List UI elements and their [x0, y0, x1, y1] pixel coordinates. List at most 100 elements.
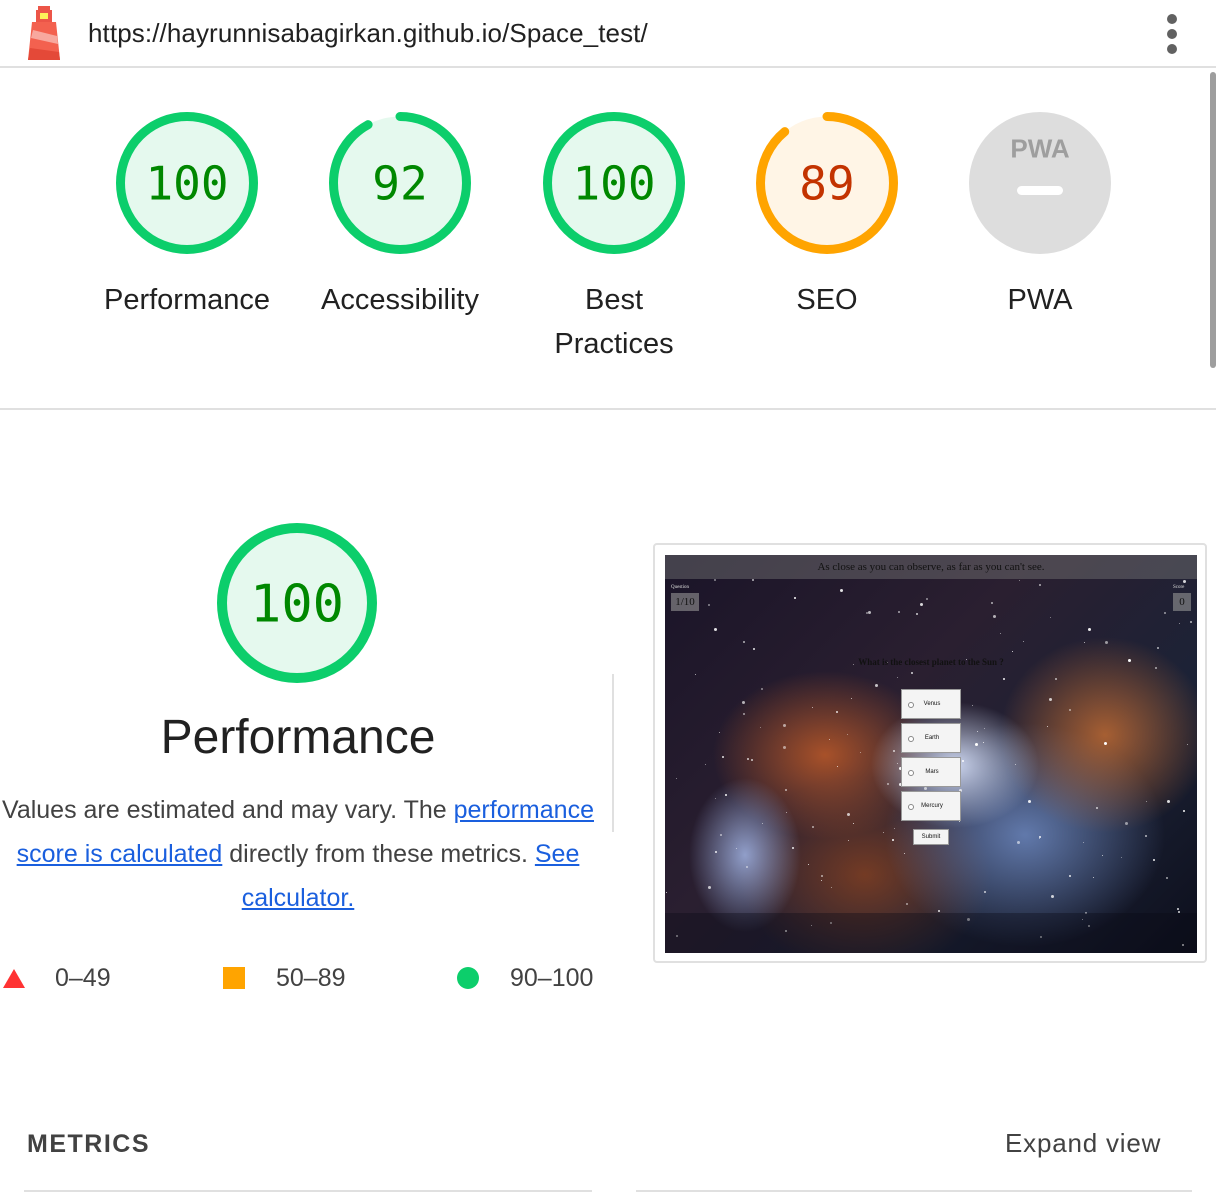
star-dot: [821, 880, 822, 881]
star-dot: [1019, 580, 1020, 581]
star-dot: [847, 813, 850, 816]
gauge-best-practices[interactable]: 100 Best Practices: [504, 112, 724, 366]
star-dot: [1179, 623, 1180, 624]
star-dot: [1012, 651, 1013, 652]
star-dot: [1102, 855, 1103, 856]
final-screenshot[interactable]: As close as you can observe, as far as y…: [653, 543, 1207, 963]
gauge-performance[interactable]: 100 Performance: [77, 112, 297, 322]
star-dot: [792, 847, 794, 849]
star-dot: [676, 778, 677, 779]
star-dot: [1023, 641, 1024, 642]
star-dot: [1051, 895, 1054, 898]
screenshot-question-counter: 1/10: [671, 593, 699, 611]
star-dot: [868, 611, 871, 614]
lighthouse-logo-icon: [28, 6, 60, 60]
star-dot: [975, 743, 978, 746]
legend-average-range: 50–89: [276, 963, 346, 992]
star-dot: [848, 840, 849, 841]
screenshot-submit: Submit: [913, 829, 949, 845]
legend-fail-range: 0–49: [55, 963, 111, 992]
star-dot: [840, 589, 843, 592]
star-dot: [1017, 841, 1020, 844]
star-dot: [1190, 621, 1192, 623]
star-dot: [836, 711, 838, 713]
expand-view-toggle[interactable]: Expand view: [1005, 1128, 1161, 1159]
category-gauges: 100 Performance 92 Accessibility 100 Best P…: [0, 68, 1216, 408]
star-dot: [1047, 726, 1048, 727]
star-dot: [785, 789, 787, 791]
star-dot: [893, 750, 895, 752]
star-dot: [743, 713, 745, 715]
score-legend: 0–49 50–89 90–100: [0, 958, 616, 998]
score-ring: 100: [217, 523, 377, 683]
desc-text-1: Values are estimated and may vary. The: [2, 796, 454, 824]
star-dot: [837, 766, 838, 767]
star-dot: [666, 892, 667, 893]
gauge-score: 100: [250, 575, 344, 635]
star-dot: [783, 724, 786, 727]
star-dot: [875, 684, 878, 687]
star-dot: [1167, 800, 1170, 803]
star-dot: [1105, 641, 1108, 644]
star-dot: [1146, 801, 1147, 802]
star-dot: [926, 598, 928, 600]
star-dot: [983, 742, 984, 743]
star-dot: [742, 701, 745, 704]
star-dot: [1069, 875, 1071, 877]
star-dot: [708, 886, 711, 889]
star-dot: [920, 603, 923, 606]
page-url: https://hayrunnisabagirkan.github.io/Spa…: [88, 18, 648, 48]
legend-fail: 0–49: [3, 958, 111, 998]
star-dot: [831, 887, 832, 888]
star-dot: [705, 764, 706, 765]
screenshot-footer-band: [665, 913, 1197, 953]
star-dot: [1039, 838, 1040, 839]
star-dot: [938, 910, 940, 912]
legend-average: 50–89: [223, 958, 346, 998]
star-dot: [1055, 678, 1057, 680]
star-dot: [1049, 698, 1052, 701]
more-options-icon[interactable]: [1156, 12, 1190, 56]
star-dot: [898, 611, 900, 613]
star-dot: [695, 674, 696, 675]
gauge-label: SEO: [796, 284, 858, 316]
star-dot: [860, 752, 861, 753]
star-dot: [959, 821, 960, 822]
star-dot: [761, 688, 763, 690]
star-dot: [753, 648, 755, 650]
star-dot: [714, 579, 716, 581]
gauge-label: PWA: [1007, 284, 1073, 316]
option-label: Earth: [924, 735, 940, 741]
performance-title: Performance: [160, 711, 436, 764]
gauge-score: 100: [145, 157, 228, 211]
star-dot: [1145, 835, 1147, 837]
star-dot: [851, 698, 852, 699]
star-dot: [746, 866, 748, 868]
star-dot: [1164, 612, 1166, 614]
star-dot: [1187, 744, 1188, 745]
screenshot-question-label: Question: [671, 585, 690, 590]
star-dot: [1153, 859, 1155, 861]
screenshot-option: Venus: [901, 689, 961, 719]
gauge-pwa[interactable]: PWA PWA: [930, 112, 1150, 322]
gauge-label: Best Practices: [554, 284, 674, 360]
gauge-score: 92: [372, 157, 427, 211]
star-dot: [736, 848, 737, 849]
average-square-icon: [223, 967, 245, 989]
star-dot: [783, 746, 786, 749]
star-dot: [897, 763, 898, 764]
star-dot: [972, 705, 973, 706]
star-dot: [924, 787, 927, 790]
metrics-divider-right: [636, 1190, 1192, 1192]
score-ring: 89: [756, 112, 898, 254]
star-dot: [977, 731, 978, 732]
star-dot: [1157, 647, 1159, 649]
star-dot: [1125, 822, 1128, 825]
metrics-divider-left: [24, 1190, 592, 1192]
star-dot: [1155, 667, 1157, 669]
star-dot: [762, 823, 763, 824]
gauge-seo[interactable]: 89 SEO: [717, 112, 937, 322]
gauge-accessibility[interactable]: 92 Accessibility: [290, 112, 510, 322]
screenshot-banner: As close as you can observe, as far as y…: [665, 555, 1197, 579]
performance-description: Values are estimated and may vary. The p…: [0, 788, 596, 920]
